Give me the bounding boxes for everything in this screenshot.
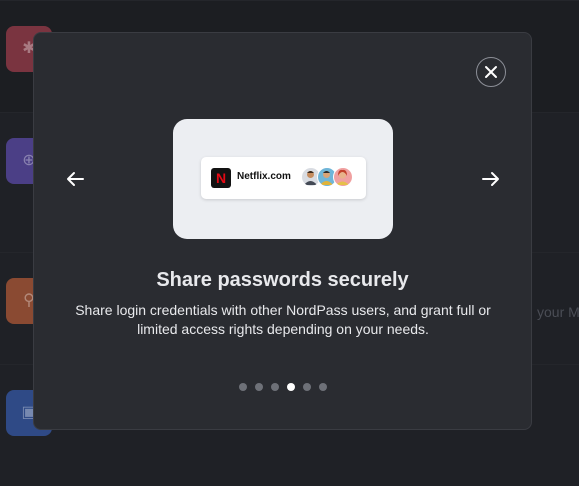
arrow-right-icon: [482, 172, 499, 186]
pagination-dot-active[interactable]: [286, 383, 295, 391]
pagination-dot[interactable]: [302, 383, 311, 391]
arrow-left-icon: [67, 172, 84, 186]
item-name: Netflix.com: [237, 171, 291, 182]
share-illustration: N Netflix.com: [173, 119, 393, 239]
pagination-dot[interactable]: [270, 383, 279, 391]
slide-pagination: [34, 383, 531, 391]
modal-title: Share passwords securely: [156, 269, 409, 291]
avatar: [333, 167, 353, 187]
shared-item-card: N Netflix.com: [201, 157, 366, 199]
pagination-dot[interactable]: [254, 383, 263, 391]
netflix-logo-icon: N: [211, 168, 231, 188]
next-slide-button[interactable]: [479, 167, 503, 191]
pagination-dot[interactable]: [318, 383, 327, 391]
close-icon: [485, 66, 497, 78]
close-button[interactable]: [476, 57, 506, 87]
onboarding-modal: N Netflix.com Share passwords securely S…: [33, 32, 532, 430]
pagination-dot[interactable]: [238, 383, 247, 391]
background-text: your M: [537, 304, 579, 320]
modal-description: Share login credentials with other NordP…: [75, 302, 491, 337]
previous-slide-button[interactable]: [63, 167, 87, 191]
